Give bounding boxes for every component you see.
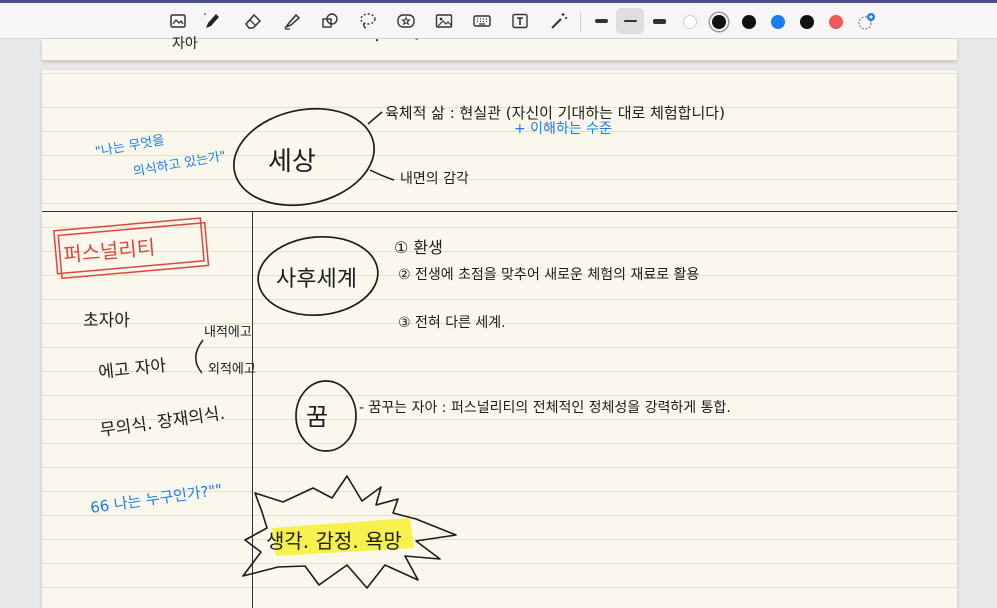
color-swatch-red[interactable]	[829, 15, 843, 29]
note-page[interactable]	[42, 70, 957, 608]
keyboard-button[interactable]	[469, 8, 495, 34]
shapes-icon	[322, 13, 338, 28]
shapes-button[interactable]	[317, 8, 343, 34]
laser-pointer-button[interactable]	[546, 8, 572, 34]
pen-size-medium[interactable]	[616, 8, 644, 34]
pen-size-thick[interactable]	[645, 8, 673, 34]
image-frame-icon	[170, 14, 186, 28]
lasso-icon	[360, 13, 376, 29]
keyboard-icon	[473, 15, 491, 27]
eraser-button[interactable]	[240, 8, 266, 34]
previous-page-bottom[interactable]	[42, 39, 957, 61]
insert-image-button[interactable]	[431, 8, 457, 34]
toolbar-separator	[580, 12, 581, 32]
sticker-button[interactable]	[393, 8, 419, 34]
cornell-header-divider	[42, 211, 957, 212]
pen-size-thin[interactable]	[587, 8, 615, 34]
drawing-toolbar	[0, 3, 997, 39]
pen-button[interactable]	[199, 8, 225, 34]
highlighter-button[interactable]	[279, 8, 305, 34]
picture-icon	[435, 14, 453, 28]
cornell-cue-divider	[252, 212, 253, 608]
pen-icon	[204, 13, 219, 28]
laser-wand-icon	[551, 13, 567, 29]
add-color-icon	[858, 13, 875, 30]
color-swatch-black-2[interactable]	[800, 15, 814, 29]
highlighter-icon	[283, 13, 301, 30]
star-sticker-icon	[397, 14, 415, 28]
color-swatch-blue[interactable]	[771, 15, 785, 29]
eraser-icon	[245, 13, 262, 29]
image-scan-button[interactable]	[165, 8, 191, 34]
color-swatch-black-selected[interactable]	[712, 15, 726, 29]
color-swatch-white[interactable]	[683, 15, 697, 29]
text-box-button[interactable]	[507, 8, 533, 34]
add-color-button[interactable]	[857, 13, 875, 31]
text-box-icon	[512, 13, 528, 29]
color-swatch-black[interactable]	[742, 15, 756, 29]
lasso-button[interactable]	[355, 8, 381, 34]
